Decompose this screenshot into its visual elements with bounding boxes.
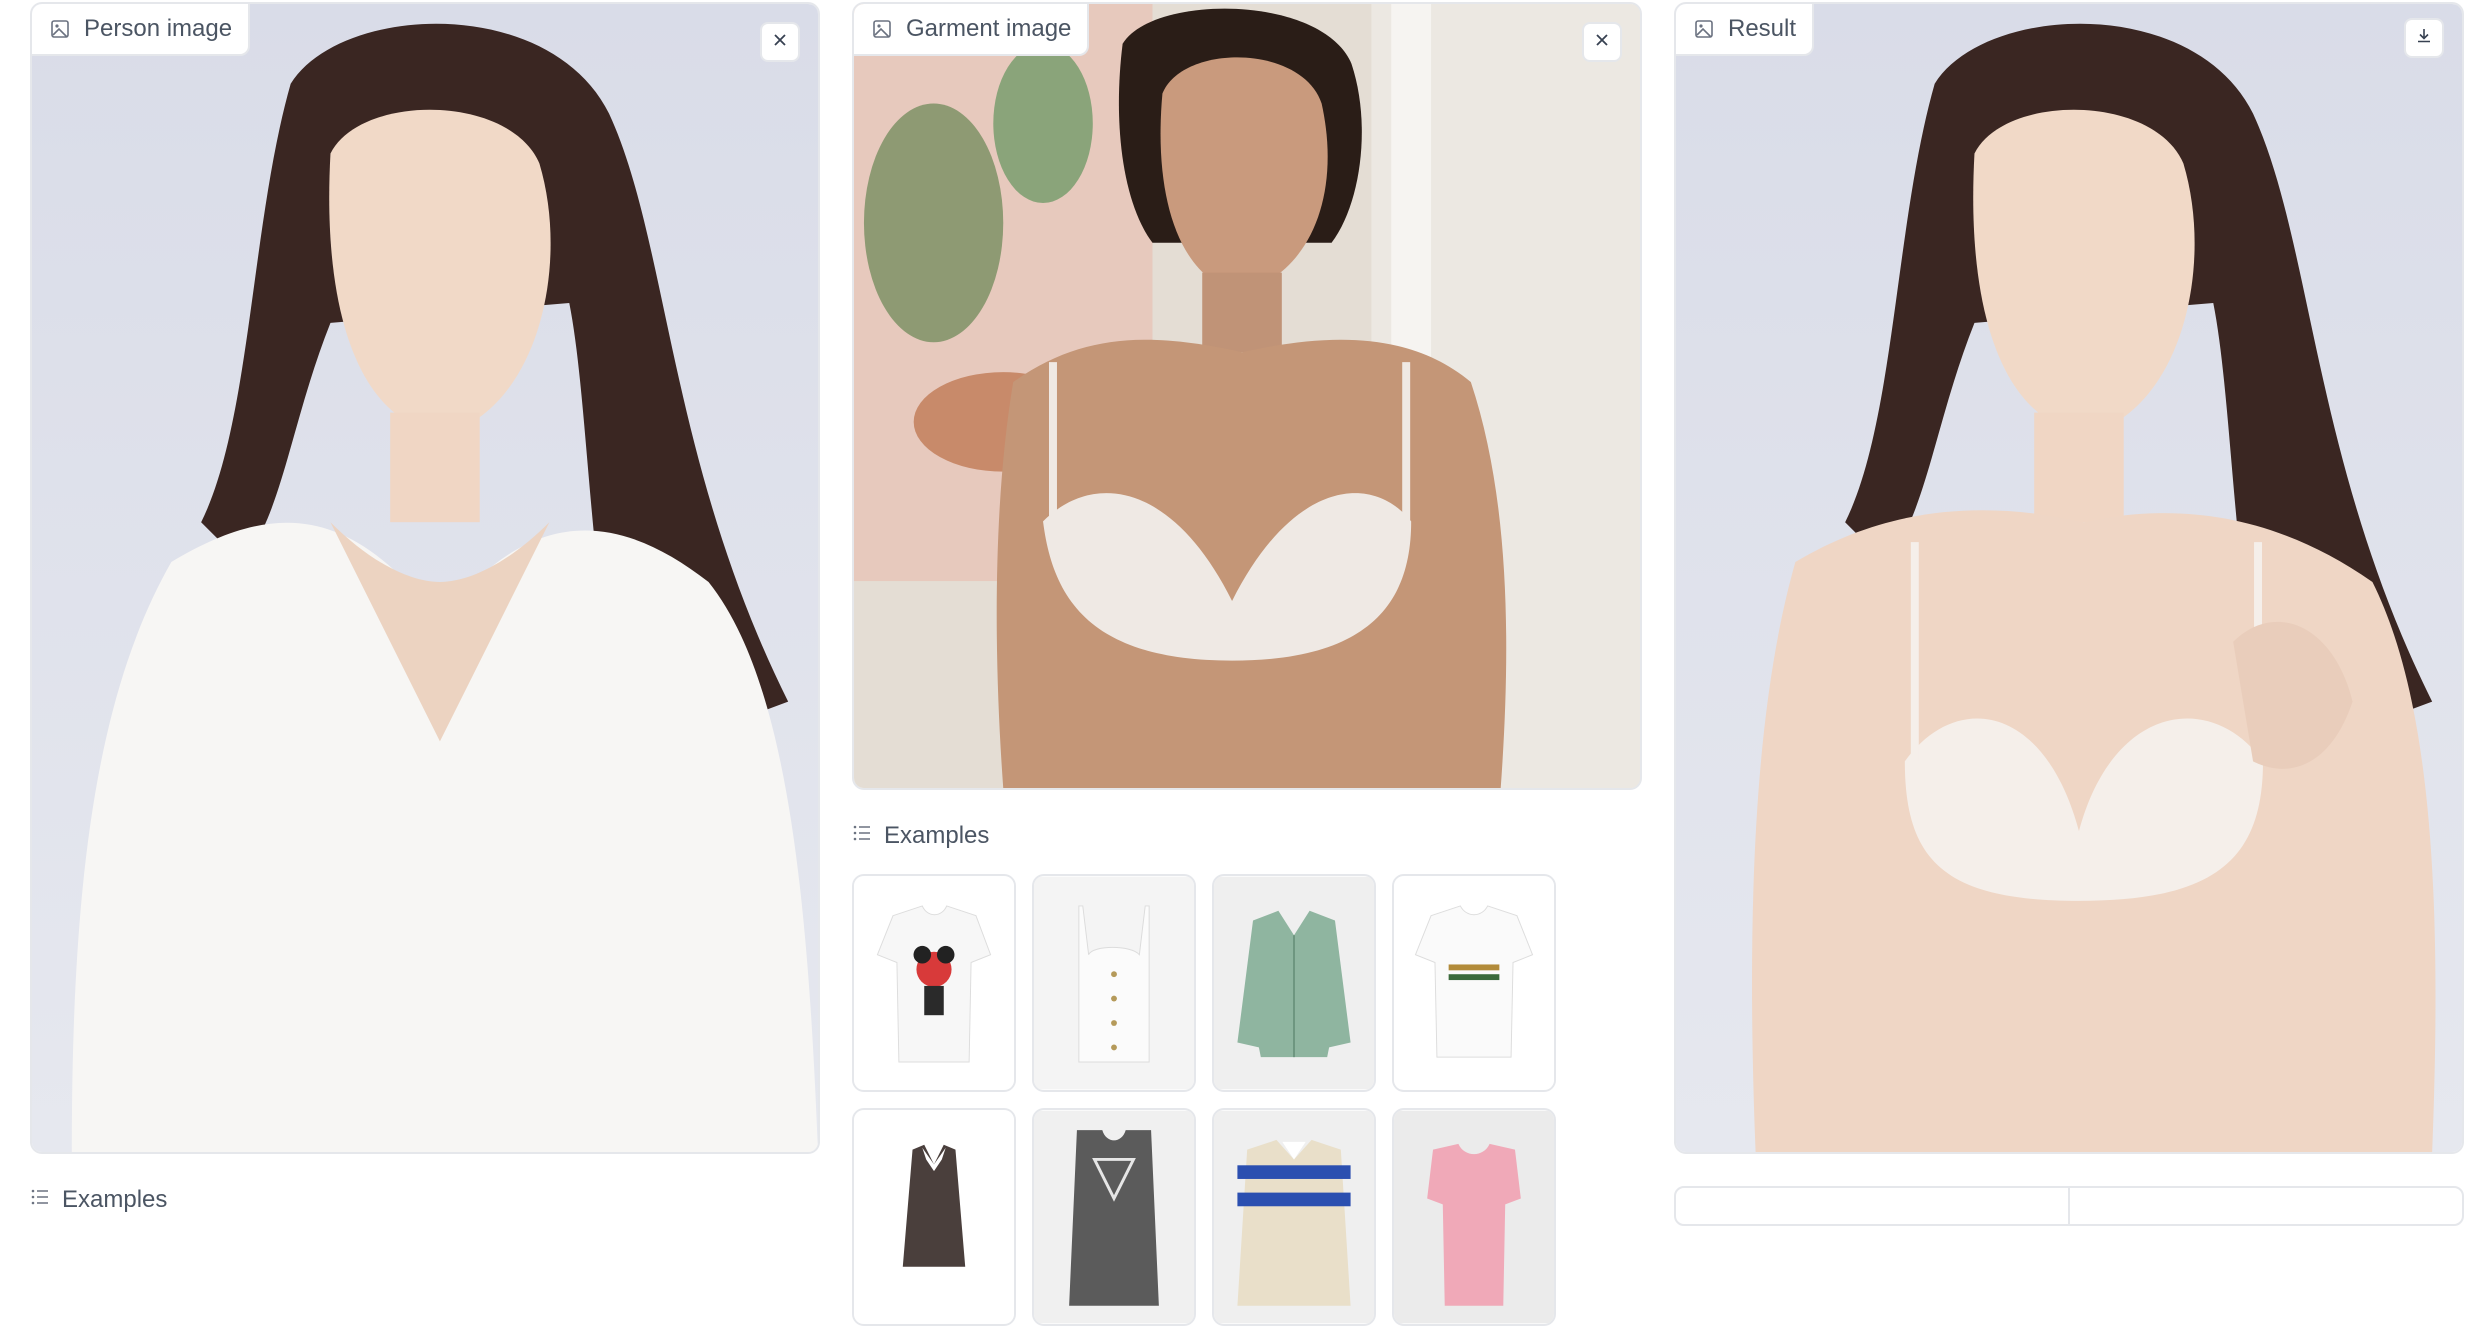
garment-example-thumbnail[interactable] [1392, 1108, 1556, 1326]
image-icon [1694, 19, 1714, 39]
garment-example-thumbnail[interactable] [1212, 1108, 1376, 1326]
result-options-box [1674, 1186, 2464, 1226]
result-label-text: Result [1728, 15, 1797, 42]
garment-image [854, 4, 1640, 788]
result-label: Result [1676, 4, 1815, 56]
camisole-graphic [1034, 876, 1194, 1090]
download-result-button[interactable] [2404, 18, 2444, 58]
image-icon [50, 19, 70, 39]
clear-garment-image-button[interactable] [1582, 22, 1622, 62]
jacket-graphic [1214, 876, 1374, 1090]
striped-shirt-graphic [1214, 1110, 1374, 1324]
person-image-panel[interactable]: Person image [30, 2, 820, 1154]
garment-example-thumbnail[interactable] [852, 1108, 1016, 1326]
tank-top-graphic [1034, 1110, 1194, 1324]
garment-example-thumbnail[interactable] [1392, 874, 1556, 1092]
tshirt-graphic [854, 876, 1014, 1090]
garment-examples-label: Examples [852, 822, 989, 850]
close-icon [1594, 32, 1610, 53]
logo-tshirt-graphic [1394, 876, 1554, 1090]
result-image [1676, 4, 2462, 1152]
close-icon [772, 32, 788, 53]
person-examples-label-text: Examples [62, 1186, 168, 1213]
garment-example-thumbnail[interactable] [852, 874, 1016, 1092]
result-image-panel[interactable]: Result [1674, 2, 2464, 1154]
pink-top-graphic [1394, 1110, 1554, 1324]
garment-example-thumbnail[interactable] [1212, 874, 1376, 1092]
garment-image-label-text: Garment image [906, 15, 1072, 42]
person-examples-label: Examples [30, 1186, 167, 1214]
download-icon [2415, 27, 2433, 50]
garment-image-label: Garment image [854, 4, 1090, 56]
person-image-label: Person image [32, 4, 251, 56]
vest-graphic [854, 1110, 1014, 1324]
garment-image-panel[interactable]: Garment image [852, 2, 1642, 790]
image-icon [872, 19, 892, 39]
divider [2068, 1188, 2070, 1224]
list-icon [852, 822, 872, 850]
garment-example-thumbnail[interactable] [1032, 1108, 1196, 1326]
clear-person-image-button[interactable] [760, 22, 800, 62]
garment-example-thumbnail[interactable] [1032, 874, 1196, 1092]
list-icon [30, 1186, 50, 1214]
person-image [32, 4, 818, 1152]
person-image-label-text: Person image [84, 15, 233, 42]
garment-examples-label-text: Examples [884, 822, 990, 849]
